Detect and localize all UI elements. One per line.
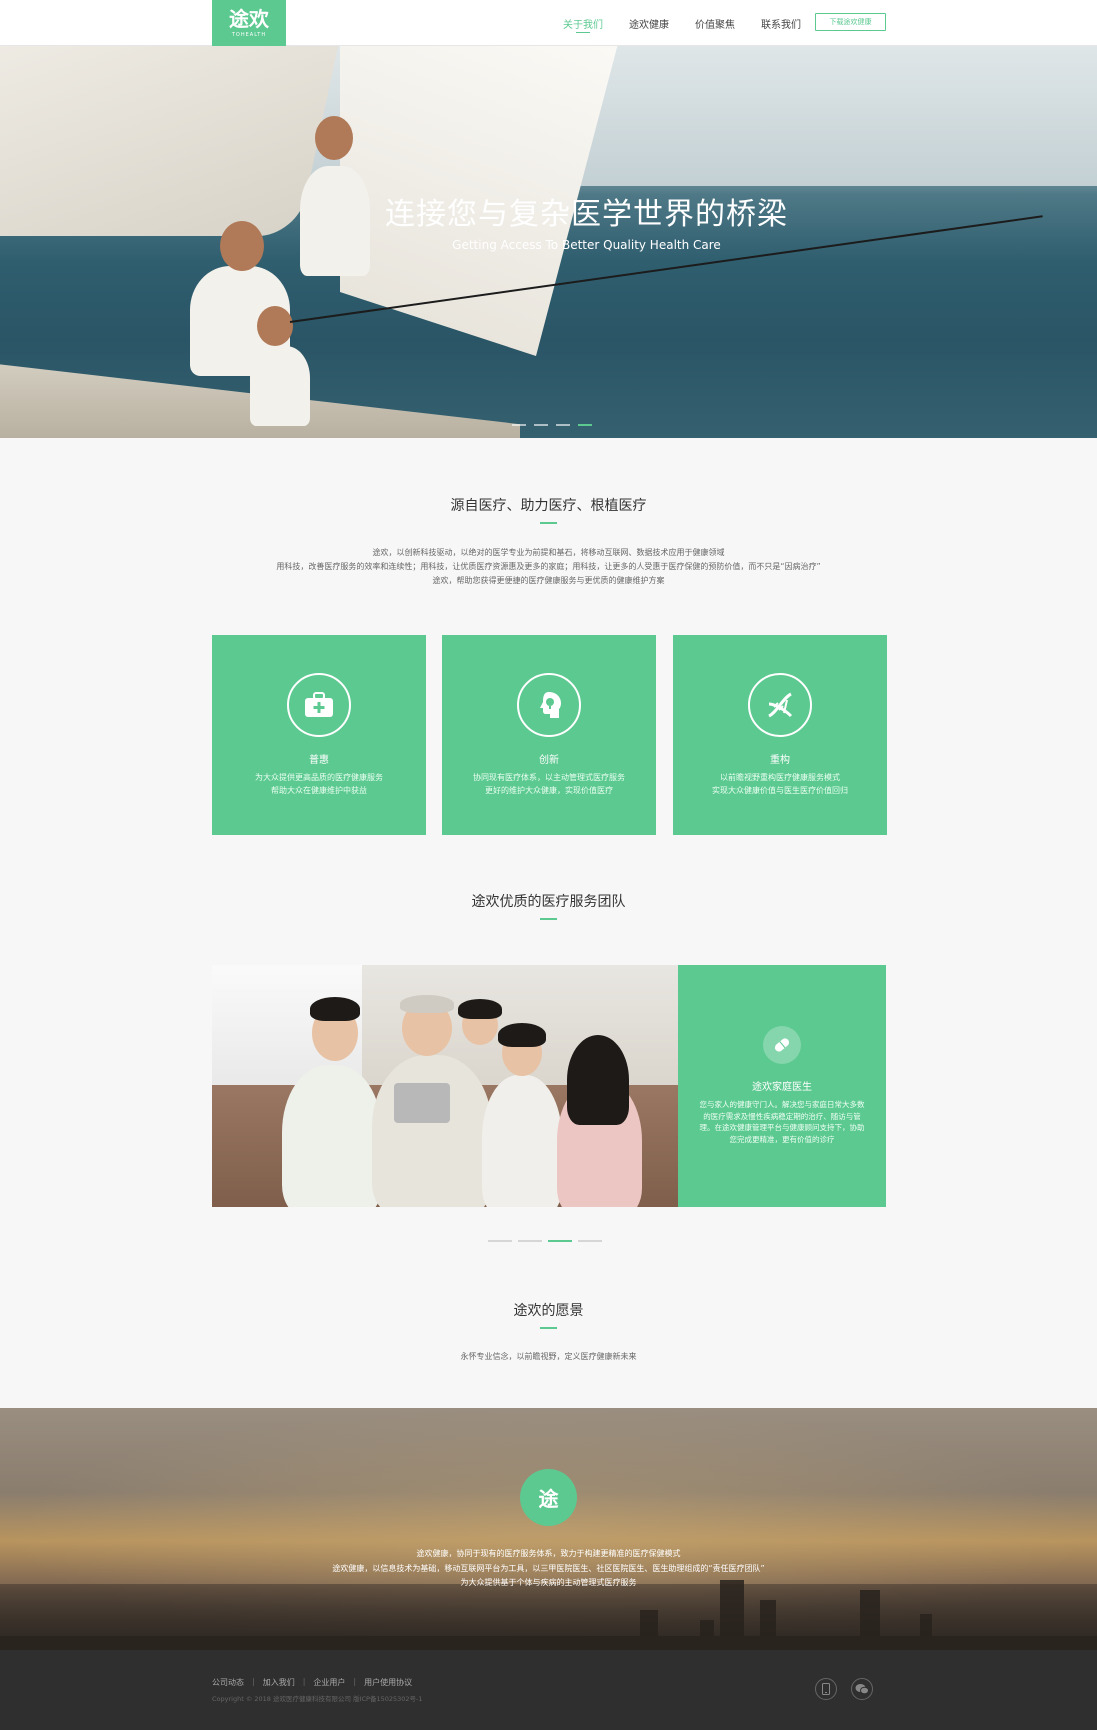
card-title: 创新 — [539, 755, 559, 766]
vision-text: 永怀专业信念，以前瞻视野，定义医疗健康新未来 — [460, 1352, 637, 1361]
card-text-line: 更好的维护大众健康，实现价值医疗 — [485, 786, 613, 795]
figure-grandfather — [372, 1055, 492, 1207]
figure-hair — [400, 995, 454, 1013]
logo-subtext: TOHEALTH — [231, 31, 267, 38]
carousel-dot[interactable] — [488, 1240, 512, 1242]
team-title-underline — [540, 918, 557, 920]
carousel-dot[interactable] — [518, 1240, 542, 1242]
mobile-phone-icon[interactable] — [815, 1678, 837, 1700]
card-text-line: 为大众提供更高品质的医疗健康服务 — [255, 773, 383, 782]
banner-skyline — [0, 1580, 1097, 1650]
footer-links: 公司动态 | 加入我们 | 企业用户 | 用户使用协议 — [212, 1677, 420, 1688]
card-text: 为大众提供更高品质的医疗健康服务 帮助大众在健康维护中获益 — [212, 771, 426, 797]
banner-line: 为大众提供基于个体与疾病的主动管理式医疗服务 — [460, 1578, 637, 1587]
team-title: 途欢优质的医疗服务团队 — [471, 894, 626, 910]
dna-icon — [748, 673, 812, 737]
banner-text: 途欢健康，协同于现有的医疗服务体系，致力于构建更精准的医疗保健模式 途欢健康，以… — [0, 1547, 1097, 1591]
vision-title-underline — [540, 1327, 557, 1329]
pill-icon — [763, 1026, 801, 1064]
banner-line: 途欢健康，以信息技术为基础，移动互联网平台为工具，以三甲医院医生、社区医院医生、… — [332, 1563, 765, 1573]
hero-banner: 连接您与复杂医学世界的桥梁 Getting Access To Better Q… — [0, 46, 1097, 438]
intro-title-underline — [540, 522, 557, 524]
page: 途欢 TOHEALTH 关于我们 途欢健康 价值聚焦 联系我们 下载途欢健康 连… — [0, 0, 1097, 1730]
idea-head-icon — [517, 673, 581, 737]
family-doctor-card[interactable]: 途欢家庭医生 您与家人的健康守门人。解决您与家庭日常大多数的医疗需求及慢性疾病稳… — [678, 965, 886, 1207]
footer-link-join[interactable]: 加入我们 — [263, 1677, 295, 1688]
card-text-line: 帮助大众在健康维护中获益 — [271, 786, 367, 795]
intro-title: 源自医疗、助力医疗、根植医疗 — [450, 498, 647, 514]
intro-line-1: 途欢，以创新科技驱动，以绝对的医学专业为前提和基石，将移动互联网、数据技术应用于… — [372, 548, 725, 557]
footer-link-news[interactable]: 公司动态 — [212, 1677, 244, 1688]
carousel-dot[interactable] — [512, 424, 526, 426]
hero-subtitle: Getting Access To Better Quality Health … — [452, 238, 721, 252]
site-header: 途欢 TOHEALTH 关于我们 途欢健康 价值聚焦 联系我们 下载途欢健康 — [0, 0, 1097, 46]
footer-link-enterprise[interactable]: 企业用户 — [313, 1677, 345, 1688]
figure-hair — [498, 1023, 546, 1047]
intro-line-2: 用科技，改善医疗服务的效率和连续性；用科技，让优质医疗资源惠及更多的家庭；用科技… — [276, 562, 821, 571]
card-text-line: 以前瞻视野重构医疗健康服务模式 — [720, 773, 840, 782]
team-card-text: 您与家人的健康守门人。解决您与家庭日常大多数的医疗需求及慢性疾病稳定期的治疗、随… — [699, 1100, 865, 1144]
carousel-dot-active[interactable] — [548, 1240, 572, 1242]
card-title: 重构 — [770, 755, 790, 766]
nav-value[interactable]: 价值聚焦 — [682, 16, 748, 31]
tablet-device — [394, 1083, 450, 1123]
carousel-dot[interactable] — [556, 424, 570, 426]
logo[interactable]: 途欢 TOHEALTH — [212, 0, 286, 46]
download-app-button[interactable]: 下载途欢健康 — [815, 13, 886, 31]
figure-head — [315, 116, 353, 160]
team-carousel-dots — [488, 1240, 602, 1242]
copyright: Copyright © 2018 途欢医疗健康科技有限公司 版ICP备15025… — [212, 1695, 423, 1703]
hero-title: 连接您与复杂医学世界的桥梁 — [385, 197, 788, 232]
logo-mark: 途欢 — [229, 6, 269, 31]
footer-separator: | — [302, 1677, 306, 1686]
figure-hair — [310, 997, 360, 1021]
card-text: 协同现有医疗体系，以主动管理式医疗服务 更好的维护大众健康，实现价值医疗 — [442, 771, 656, 797]
card-text-line: 实现大众健康价值与医生医疗价值回归 — [712, 786, 848, 795]
figure-hair — [567, 1035, 629, 1125]
nav-tohealth[interactable]: 途欢健康 — [616, 16, 682, 31]
card-title: 普惠 — [309, 755, 329, 766]
wechat-icon[interactable] — [851, 1678, 873, 1700]
card-text: 以前瞻视野重构医疗健康服务模式 实现大众健康价值与医生医疗价值回归 — [673, 771, 887, 797]
figure-grandmother — [482, 1075, 562, 1207]
team-card-title: 途欢家庭医生 — [752, 1082, 812, 1093]
ground — [0, 1636, 1097, 1650]
footer-separator: | — [353, 1677, 357, 1686]
tohealth-logo-icon: 途 — [520, 1469, 577, 1526]
site-footer: 公司动态 | 加入我们 | 企业用户 | 用户使用协议 Copyright © 201… — [0, 1650, 1097, 1730]
city-banner: 途 途欢健康，协同于现有的医疗服务体系，致力于构建更精准的医疗保健模式 途欢健康… — [0, 1408, 1097, 1650]
main-nav: 关于我们 途欢健康 价值聚焦 联系我们 — [550, 16, 814, 33]
hero-carousel-dots — [512, 424, 592, 426]
intro-line-3: 途欢，帮助您获得更便捷的医疗健康服务与更优质的健康维护方案 — [432, 576, 665, 585]
carousel-dot[interactable] — [578, 1240, 602, 1242]
vision-title: 途欢的愿景 — [513, 1303, 584, 1319]
footer-separator: | — [252, 1677, 255, 1686]
figure-father — [282, 1065, 382, 1207]
value-card-chonggou[interactable]: 重构 以前瞻视野重构医疗健康服务模式 实现大众健康价值与医生医疗价值回归 — [673, 635, 887, 835]
value-card-chuangxin[interactable]: 创新 协同现有医疗体系，以主动管理式医疗服务 更好的维护大众健康，实现价值医疗 — [442, 635, 656, 835]
figure-hair — [458, 999, 502, 1019]
nav-about[interactable]: 关于我们 — [550, 16, 616, 33]
team-family-photo — [212, 965, 678, 1207]
hero-family-illustration — [150, 96, 410, 436]
medical-kit-icon — [287, 673, 351, 737]
banner-line: 途欢健康，协同于现有的医疗服务体系，致力于构建更精准的医疗保健模式 — [416, 1549, 681, 1558]
carousel-dot[interactable] — [534, 424, 548, 426]
figure-child — [250, 346, 310, 426]
footer-link-agreement[interactable]: 用户使用协议 — [364, 1677, 412, 1688]
figure-head — [257, 306, 293, 346]
carousel-dot-active[interactable] — [578, 424, 592, 426]
card-text-line: 协同现有医疗体系，以主动管理式医疗服务 — [473, 773, 625, 782]
nav-contact[interactable]: 联系我们 — [748, 16, 814, 31]
value-card-puhui[interactable]: 普惠 为大众提供更高品质的医疗健康服务 帮助大众在健康维护中获益 — [212, 635, 426, 835]
